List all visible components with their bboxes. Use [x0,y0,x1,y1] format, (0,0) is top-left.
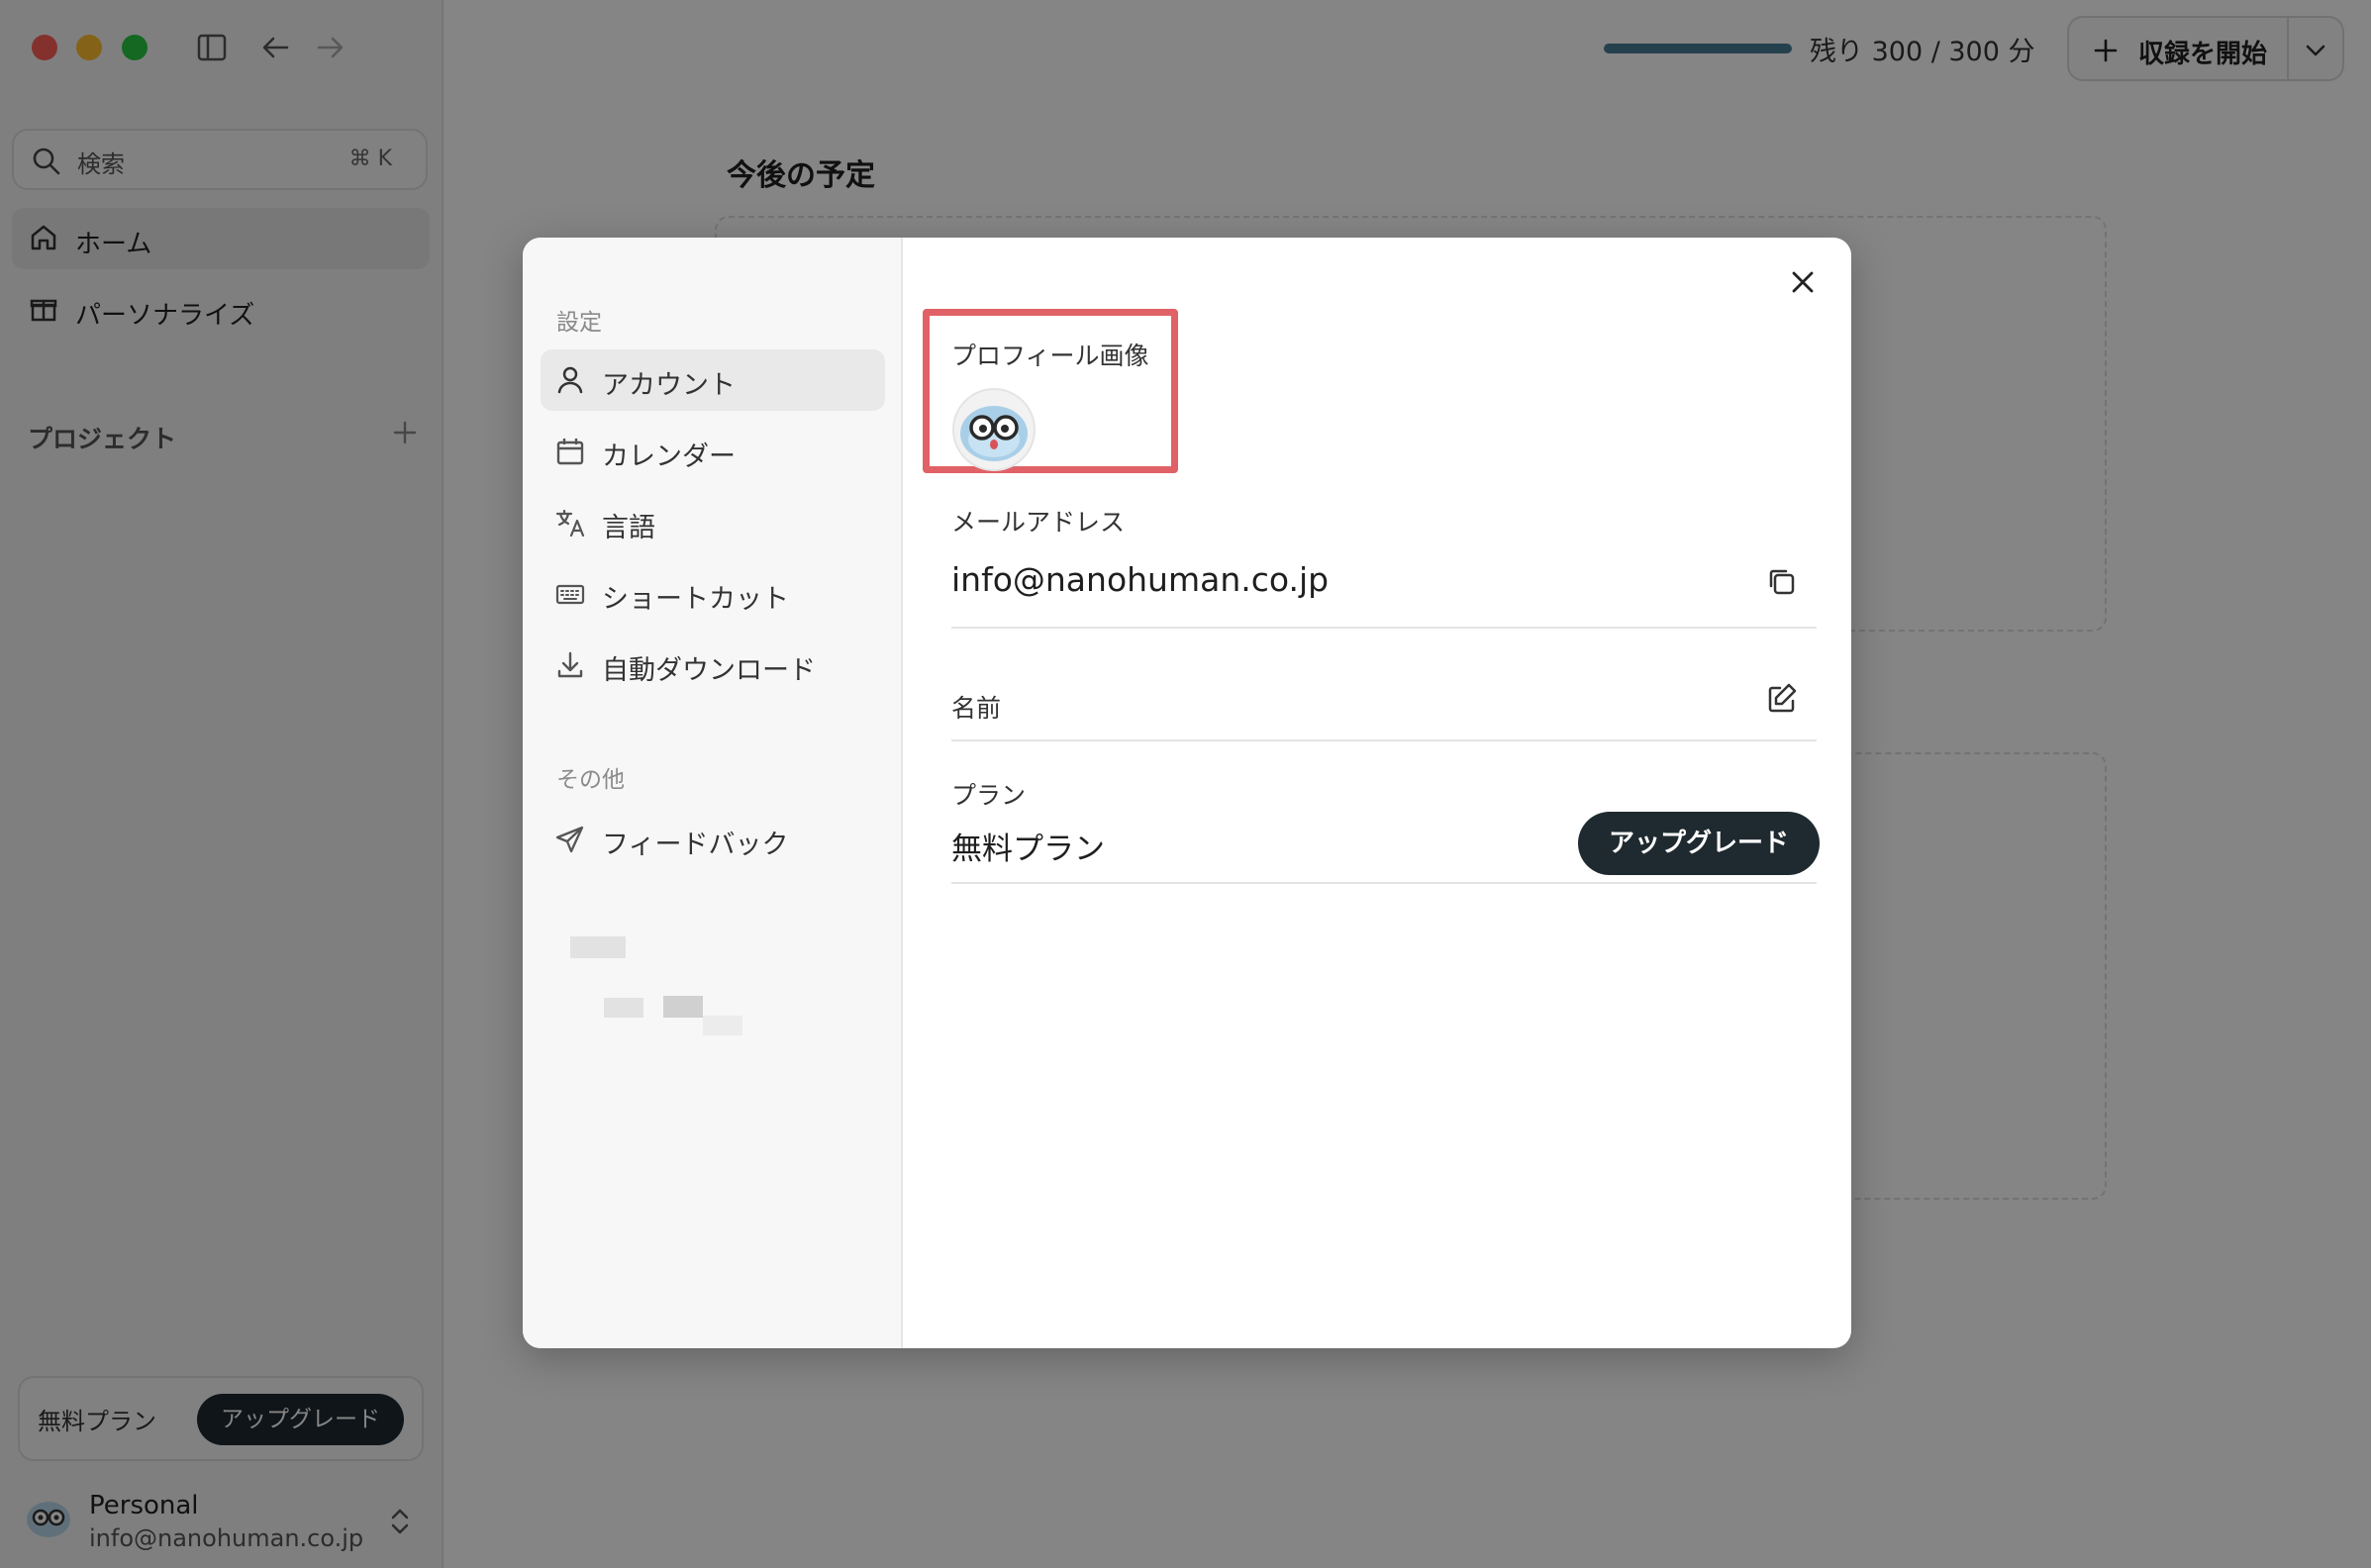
settings-tab-shortcuts[interactable]: ショートカット [541,563,885,625]
settings-modal: 設定 アカウント カレンダー 言語 ショートカット 自動ダウンロード その他 フ… [523,238,1851,1348]
settings-tab-label: カレンダー [602,441,736,472]
user-icon [557,366,583,394]
email-label: メールアドレス [951,508,1126,537]
settings-tab-label: 言語 [602,513,655,543]
email-value: info@nanohuman.co.jp [951,560,1330,599]
upgrade-button[interactable]: アップグレード [1578,812,1820,875]
edit-icon[interactable] [1764,681,1800,717]
send-icon [555,826,584,853]
close-icon[interactable] [1788,267,1818,297]
blurred-content [703,1016,742,1035]
avatar-image [960,406,1028,461]
copy-icon[interactable] [1764,564,1800,600]
blurred-content [570,936,626,958]
profile-image-label: プロフィール画像 [951,342,1149,370]
keyboard-icon [555,584,585,605]
settings-tab-label: 自動ダウンロード [602,655,816,686]
settings-tab-feedback[interactable]: フィードバック [541,809,885,870]
settings-tab-label: フィードバック [602,830,789,860]
plan-label: プラン [951,781,1027,810]
settings-tab-label: アカウント [602,370,736,401]
settings-tab-language[interactable]: 言語 [541,492,885,553]
settings-tab-label: ショートカット [602,584,789,615]
download-icon [557,651,583,678]
profile-avatar[interactable] [952,388,1036,471]
name-label: 名前 [951,694,1002,723]
settings-tab-account[interactable]: アカウント [541,349,885,411]
settings-sidebar: 設定 アカウント カレンダー 言語 ショートカット 自動ダウンロード その他 フ… [523,238,903,1348]
other-section-heading: その他 [556,767,625,793]
blurred-content [663,996,703,1018]
blurred-content [604,998,643,1018]
settings-tab-auto-download[interactable]: 自動ダウンロード [541,635,885,696]
settings-section-heading: 設定 [556,310,602,336]
calendar-icon [556,439,584,465]
settings-tab-calendar[interactable]: カレンダー [541,421,885,482]
plan-value: 無料プラン [951,832,1105,867]
translate-icon [555,509,585,538]
